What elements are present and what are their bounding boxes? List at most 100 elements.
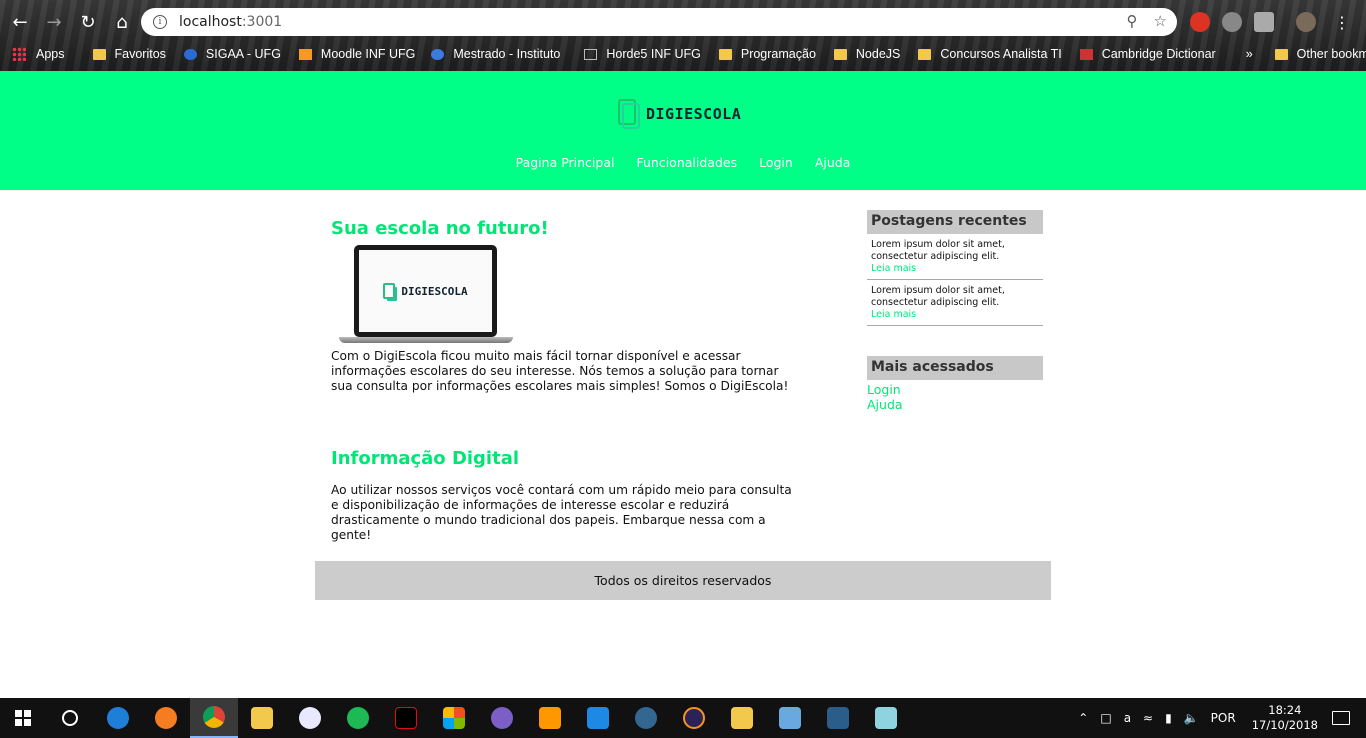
vscode-icon[interactable]	[574, 698, 622, 738]
cortana-icon[interactable]	[46, 698, 94, 738]
virtualbox-icon[interactable]	[766, 698, 814, 738]
bookmark-moodle[interactable]: Moodle INF UFG	[298, 47, 415, 61]
battery-icon[interactable]: ▮	[1165, 711, 1172, 725]
firefox-icon[interactable]	[142, 698, 190, 738]
netflix-icon[interactable]	[382, 698, 430, 738]
book-logo-icon	[383, 283, 396, 299]
bookmark-favoritos[interactable]: Favoritos	[92, 47, 166, 61]
brand-name: DIGIESCOLA	[646, 105, 742, 123]
start-button[interactable]	[0, 698, 46, 738]
apps-grid-icon	[12, 47, 26, 61]
post-excerpt: Lorem ipsum dolor sit amet, consectetur …	[871, 239, 1005, 262]
cambridge-icon	[1079, 48, 1093, 60]
bookmark-nodejs[interactable]: NodeJS	[833, 47, 900, 61]
ime-icon[interactable]: a	[1124, 711, 1131, 725]
bookmark-concursos[interactable]: Concursos Analista TI	[918, 47, 1062, 61]
file-explorer-icon[interactable]	[238, 698, 286, 738]
article-1: Sua escola no futuro! DIGIESCOLA Com o D…	[331, 218, 801, 394]
bookmark-mestrado[interactable]: Mestrado - Instituto	[431, 47, 560, 61]
sublime-text-icon[interactable]	[526, 698, 574, 738]
main-nav: Pagina Principal Funcionalidades Login A…	[0, 155, 1366, 170]
url-text[interactable]: localhost:3001	[179, 14, 282, 30]
bookmark-star-icon[interactable]: ☆	[1154, 12, 1167, 30]
zoom-icon[interactable]: ⚲	[1127, 12, 1138, 30]
popular-link-login[interactable]: Login	[867, 382, 1043, 397]
moodle-icon	[298, 48, 312, 60]
clock[interactable]: 18:24 17/10/2018	[1252, 703, 1318, 733]
notes-app-icon[interactable]	[862, 698, 910, 738]
gear-extension-icon[interactable]	[1254, 12, 1274, 32]
site-info-icon[interactable]: i	[153, 15, 167, 29]
wifi-icon[interactable]: ≈	[1143, 711, 1153, 725]
sidebar: Postagens recentes Lorem ipsum dolor sit…	[867, 210, 1043, 412]
book-logo-icon	[618, 99, 642, 129]
recent-post: Lorem ipsum dolor sit amet, consectetur …	[867, 280, 1043, 326]
bookmark-sigaa[interactable]: SIGAA - UFG	[183, 47, 281, 61]
nav-login[interactable]: Login	[759, 155, 793, 170]
postgresql-icon[interactable]	[622, 698, 670, 738]
footer-text: Todos os direitos reservados	[594, 573, 772, 588]
bookmarks-bar: Apps Favoritos SIGAA - UFG Moodle INF UF…	[0, 42, 1366, 66]
read-more-link[interactable]: Leia mais	[871, 263, 1039, 275]
clock-date: 17/10/2018	[1251, 718, 1318, 732]
popular-heading: Mais acessados	[867, 356, 1043, 380]
laptop-brand-text: DIGIESCOLA	[401, 284, 468, 298]
profile-avatar[interactable]	[1296, 12, 1316, 32]
article-2-title: Informação Digital	[331, 448, 520, 469]
bookmark-cambridge[interactable]: Cambridge Dictionar	[1079, 47, 1216, 61]
nav-funcionalidades[interactable]: Funcionalidades	[636, 155, 737, 170]
bookmark-horde[interactable]: Horde5 INF UFG	[584, 47, 701, 61]
volume-icon[interactable]: 🔈	[1184, 711, 1199, 725]
eclipse-icon[interactable]	[670, 698, 718, 738]
language-indicator[interactable]: POR	[1211, 711, 1236, 725]
chrome-icon[interactable]	[190, 698, 238, 738]
bookmark-programacao[interactable]: Programação	[718, 47, 816, 61]
address-bar[interactable]: i localhost:3001 ⚲ ☆	[141, 8, 1177, 36]
read-more-link[interactable]: Leia mais	[871, 309, 1039, 321]
browser-toolbar: ← → ↻ ⌂ i localhost:3001 ⚲ ☆ ⋮	[0, 4, 1366, 40]
edge-icon[interactable]	[94, 698, 142, 738]
reload-icon[interactable]: ↻	[74, 8, 102, 36]
site-header: DIGIESCOLA Pagina Principal Funcionalida…	[0, 71, 1366, 190]
forward-arrow-icon[interactable]: →	[40, 8, 68, 36]
folder-icon	[718, 48, 732, 60]
bookmarks-overflow-chevron[interactable]: »	[1246, 47, 1253, 61]
article-1-text: Com o DigiEscola ficou muito mais fácil …	[331, 349, 789, 393]
store-icon[interactable]	[430, 698, 478, 738]
system-tray: ⌃ □ a ≈ ▮ 🔈 POR 18:24 17/10/2018	[1072, 698, 1366, 738]
back-arrow-icon[interactable]: ←	[6, 8, 34, 36]
folder-icon	[1274, 48, 1288, 60]
site-footer: Todos os direitos reservados	[315, 561, 1051, 600]
article-2: Informação Digital Ao utilizar nossos se…	[331, 448, 801, 543]
input-indicator-icon[interactable]: □	[1100, 711, 1111, 725]
nav-pagina-principal[interactable]: Pagina Principal	[516, 155, 615, 170]
home-icon[interactable]: ⌂	[108, 8, 136, 36]
clock-time: 18:24	[1268, 703, 1302, 717]
popular-link-ajuda[interactable]: Ajuda	[867, 397, 1043, 412]
windows-logo-icon	[15, 710, 31, 726]
sigaa-icon	[183, 48, 197, 60]
browser-chrome: ← → ↻ ⌂ i localhost:3001 ⚲ ☆ ⋮ Apps Favo…	[0, 0, 1366, 71]
mail-icon	[584, 48, 598, 60]
nav-ajuda[interactable]: Ajuda	[815, 155, 851, 170]
folder-icon	[92, 48, 106, 60]
globe-icon	[431, 48, 445, 60]
menu-kebab-icon[interactable]: ⋮	[1334, 13, 1350, 32]
adblock-extension-icon[interactable]	[1190, 12, 1210, 32]
gitkraken-icon[interactable]	[478, 698, 526, 738]
bookmark-apps[interactable]: Apps	[12, 47, 65, 61]
article-2-text: Ao utilizar nossos serviços você contará…	[331, 483, 792, 542]
chevron-up-icon[interactable]: ⌃	[1078, 711, 1088, 725]
recent-posts-heading: Postagens recentes	[867, 210, 1043, 234]
database-tool-icon[interactable]	[718, 698, 766, 738]
article-1-title: Sua escola no futuro!	[331, 218, 549, 239]
folder-icon	[833, 48, 847, 60]
bookmark-other[interactable]: Other bookmarks	[1274, 47, 1366, 61]
recent-post: Lorem ipsum dolor sit amet, consectetur …	[867, 234, 1043, 280]
pocket-extension-icon[interactable]	[1222, 12, 1242, 32]
notification-center-icon[interactable]	[1332, 711, 1350, 725]
spotify-icon[interactable]	[334, 698, 382, 738]
itunes-icon[interactable]	[286, 698, 334, 738]
mysql-workbench-icon[interactable]	[814, 698, 862, 738]
site-logo[interactable]: DIGIESCOLA	[618, 99, 741, 129]
